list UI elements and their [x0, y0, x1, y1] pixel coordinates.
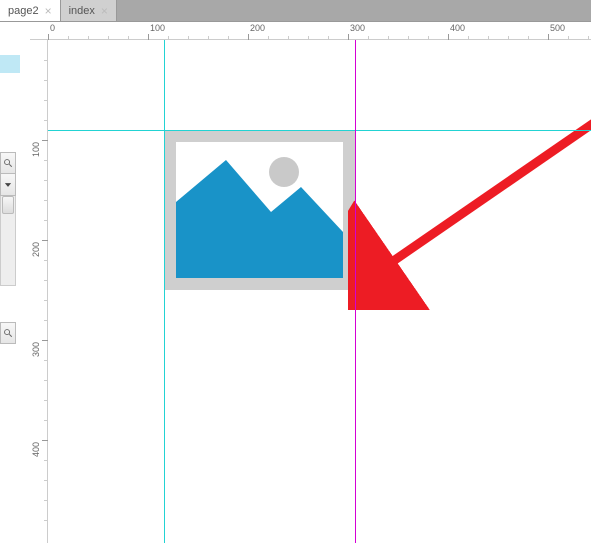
tab-bar: page2 × index ×: [0, 0, 591, 22]
search-button[interactable]: [0, 322, 16, 344]
search-icon: [3, 158, 13, 168]
placeholder-graphic: [176, 142, 343, 278]
annotation-arrow: [348, 110, 591, 310]
close-icon[interactable]: ×: [45, 5, 52, 17]
left-sidebar: [0, 22, 30, 543]
canvas[interactable]: [48, 40, 591, 543]
close-icon[interactable]: ×: [101, 5, 108, 17]
scrollbar-thumb[interactable]: [2, 196, 14, 214]
search-button[interactable]: [0, 152, 16, 174]
dropdown-button[interactable]: [0, 174, 16, 196]
image-placeholder[interactable]: [164, 130, 355, 290]
guide-vertical[interactable]: [355, 40, 356, 543]
search-icon: [3, 328, 13, 338]
ruler-horizontal[interactable]: 0100200300400500: [30, 22, 591, 40]
scrollbar-track[interactable]: [0, 196, 16, 286]
tab-index[interactable]: index ×: [61, 0, 117, 21]
tab-label: index: [69, 5, 95, 17]
image-placeholder-inner: [176, 142, 343, 278]
dropdown-icon: [3, 180, 13, 190]
tab-label: page2: [8, 5, 39, 17]
ruler-vertical[interactable]: 100200300400: [30, 40, 48, 543]
tool-panel: [0, 152, 16, 286]
guide-vertical[interactable]: [164, 40, 165, 543]
tab-page2[interactable]: page2 ×: [0, 0, 61, 21]
ruler-marker: [0, 55, 20, 73]
tool-panel-lower: [0, 322, 16, 344]
workspace: 0100200300400500 100200300400: [0, 22, 591, 543]
guide-horizontal[interactable]: [48, 130, 591, 131]
